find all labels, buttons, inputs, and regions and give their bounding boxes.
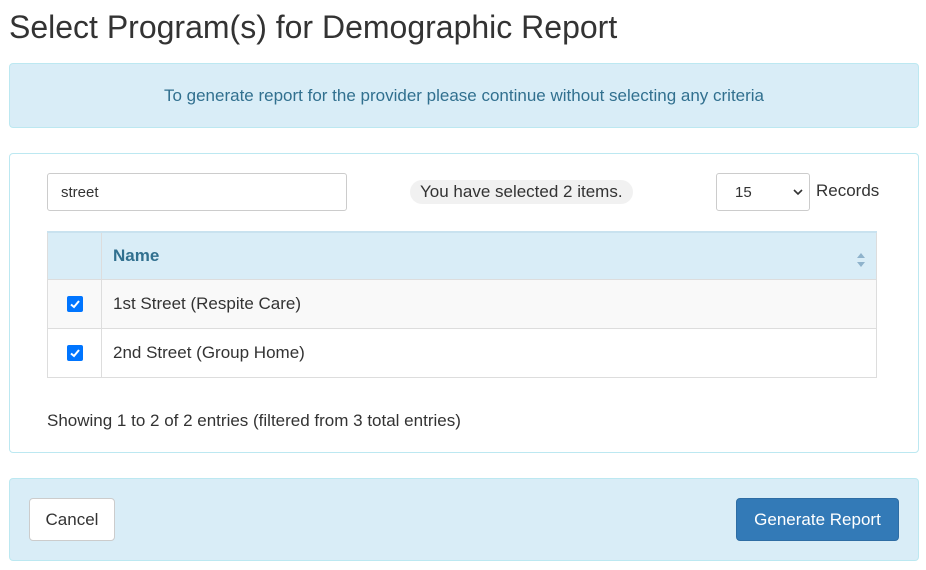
program-name-cell: 2nd Street (Group Home) xyxy=(101,327,877,378)
program-selection-panel: You have selected 2 items. 15 Records Na… xyxy=(9,153,919,453)
selection-summary-badge: You have selected 2 items. xyxy=(410,180,633,204)
page-title: Select Program(s) for Demographic Report xyxy=(9,9,618,45)
select-column-header xyxy=(47,231,102,280)
generate-report-button[interactable]: Generate Report xyxy=(736,498,899,541)
table-row[interactable]: 1st Street (Respite Care) xyxy=(47,278,877,329)
records-per-page-value: 15 xyxy=(735,183,752,201)
name-column-header[interactable]: Name xyxy=(101,231,877,280)
info-banner-text: To generate report for the provider plea… xyxy=(163,85,765,105)
row-select-cell xyxy=(47,327,102,378)
cancel-button[interactable]: Cancel xyxy=(29,498,115,541)
programs-table: Name 1st Street (Respite Care) 2nd Stree… xyxy=(47,231,877,378)
name-column-label: Name xyxy=(113,245,160,265)
table-header-row: Name xyxy=(47,231,877,280)
program-name-cell: 1st Street (Respite Care) xyxy=(101,278,877,329)
row-checkbox[interactable] xyxy=(66,296,83,313)
checkmark-icon xyxy=(69,349,80,358)
table-row[interactable]: 2nd Street (Group Home) xyxy=(47,327,877,378)
row-checkbox[interactable] xyxy=(66,345,83,362)
records-per-page-select[interactable]: 15 xyxy=(716,173,810,211)
checkmark-icon xyxy=(69,300,80,309)
chevron-down-icon xyxy=(793,189,803,196)
row-select-cell xyxy=(47,278,102,329)
search-input[interactable] xyxy=(47,173,347,211)
records-label: Records xyxy=(816,181,880,200)
table-entries-info: Showing 1 to 2 of 2 entries (filtered fr… xyxy=(47,411,461,430)
info-banner: To generate report for the provider plea… xyxy=(9,63,919,128)
sort-icon xyxy=(857,253,865,267)
action-footer: Cancel Generate Report xyxy=(9,478,919,561)
